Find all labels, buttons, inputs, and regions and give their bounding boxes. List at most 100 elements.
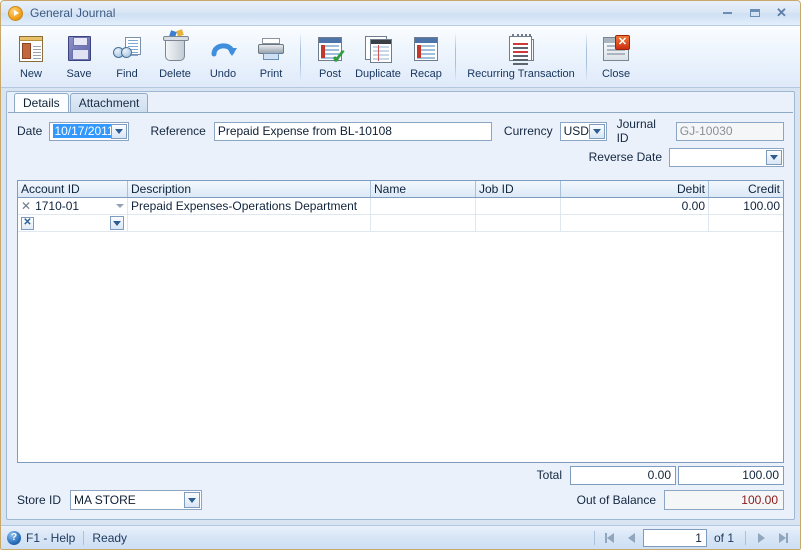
recurring-transaction-label: Recurring Transaction [467, 68, 575, 80]
cell-job-id[interactable] [476, 215, 561, 231]
journal-lines-grid: Account ID Description Name Job ID Debit… [17, 180, 784, 463]
reference-label: Reference [150, 124, 206, 138]
delete-row-icon[interactable]: ✕ [21, 200, 31, 212]
cell-credit[interactable]: 100.00 [709, 198, 783, 214]
find-button[interactable]: Find [103, 30, 151, 80]
delete-row-icon[interactable]: ✕ [21, 216, 34, 230]
out-of-balance-value: 100.00 [664, 490, 784, 510]
print-button[interactable]: Print [247, 30, 295, 80]
total-label: Total [536, 468, 562, 482]
form-row-1: Date 10/17/2011 Reference Prepaid Expens… [17, 117, 784, 145]
out-of-balance-group: Out of Balance 100.00 [577, 490, 784, 510]
cell-name[interactable] [371, 215, 476, 231]
new-button[interactable]: New [7, 30, 55, 80]
orange-play-icon [8, 5, 23, 21]
reverse-date-input[interactable] [669, 147, 784, 167]
close-icon: ✕ [776, 5, 787, 20]
nav-separator-right [745, 530, 746, 545]
delete-button[interactable]: Delete [151, 29, 199, 80]
total-credit-value: 100.00 [678, 465, 784, 485]
date-input[interactable]: 10/17/2011 [49, 121, 130, 141]
close-toolbar-label: Close [601, 68, 631, 80]
cell-debit[interactable]: 0.00 [561, 198, 709, 214]
maximize-button[interactable] [742, 3, 767, 22]
record-navigator: 1 of 1 [590, 528, 794, 547]
previous-page-icon [628, 532, 636, 543]
journal-id-label: Journal ID [616, 117, 656, 145]
maximize-icon [749, 8, 760, 17]
store-id-label: Store ID [17, 493, 62, 507]
last-page-button[interactable] [772, 529, 794, 547]
chevron-down-icon[interactable] [110, 216, 124, 230]
column-header-name[interactable]: Name [371, 181, 476, 197]
date-label: Date [17, 124, 43, 138]
currency-select[interactable]: USD [559, 121, 607, 141]
cell-account-id[interactable]: ✕ 1710-01 [18, 198, 128, 214]
undo-arrow-icon [207, 33, 239, 65]
binoculars-icon [111, 33, 143, 65]
window-title: General Journal [30, 6, 116, 20]
next-page-icon [757, 532, 765, 543]
cell-debit[interactable] [561, 215, 709, 231]
tab-details[interactable]: Details [14, 93, 69, 112]
recurring-transaction-button[interactable]: Recurring Transaction [461, 30, 581, 80]
cell-job-id[interactable] [476, 198, 561, 214]
table-row[interactable]: ✕ 1710-01 Prepaid Expenses-Operations De… [18, 198, 783, 215]
column-header-credit[interactable]: Credit [709, 181, 783, 197]
tab-attachment[interactable]: Attachment [69, 93, 149, 112]
post-button-label: Post [318, 68, 341, 80]
next-page-button[interactable] [750, 529, 772, 547]
last-page-icon [785, 532, 788, 543]
store-id-select[interactable]: MA STORE [70, 490, 203, 510]
chevron-down-icon[interactable] [116, 204, 124, 208]
cell-account-id-value: 1710-01 [35, 199, 80, 213]
tab-details-label: Details [23, 96, 60, 110]
column-header-job-id[interactable]: Job ID [476, 181, 561, 197]
post-button[interactable]: ✓ Post [306, 30, 354, 80]
undo-button[interactable]: Undo [199, 30, 247, 80]
status-separator [83, 530, 85, 545]
table-row[interactable]: ✕ [18, 215, 783, 232]
general-journal-window: General Journal ✕ New Save Find Delete U… [0, 0, 801, 550]
duplicate-button[interactable]: Duplicate [354, 30, 402, 80]
currency-dropdown-icon[interactable] [588, 123, 605, 139]
recap-button[interactable]: Recap [402, 30, 450, 80]
grid-total-row: Total 0.00 100.00 [17, 465, 784, 485]
help-question-icon[interactable]: ? [7, 530, 21, 545]
cell-description[interactable]: Prepaid Expenses-Operations Department [128, 198, 371, 214]
minimize-button[interactable] [715, 3, 740, 22]
minimize-icon [723, 11, 732, 14]
reverse-date-label: Reverse Date [588, 150, 662, 164]
reference-input[interactable]: Prepaid Expense from BL-10108 [213, 121, 492, 141]
delete-button-label: Delete [159, 68, 191, 80]
grid-body: ✕ 1710-01 Prepaid Expenses-Operations De… [18, 198, 783, 462]
toolbar-separator-2 [455, 32, 456, 82]
trash-can-icon [159, 29, 191, 65]
tab-strip: Details Attachment [7, 92, 794, 112]
cell-description[interactable] [128, 215, 371, 231]
column-header-description[interactable]: Description [128, 181, 371, 197]
new-document-icon [15, 33, 47, 65]
page-number-input[interactable]: 1 [642, 528, 707, 547]
currency-label: Currency [503, 124, 553, 138]
close-toolbar-button[interactable]: ✕ Close [592, 30, 640, 80]
cell-account-id[interactable]: ✕ [18, 215, 128, 231]
tab-attachment-label: Attachment [78, 96, 140, 110]
date-dropdown-icon[interactable] [111, 123, 128, 139]
footer-row: Store ID MA STORE Out of Balance 100.00 [17, 489, 784, 511]
printer-icon [255, 33, 287, 65]
grid-header-row: Account ID Description Name Job ID Debit… [18, 181, 783, 198]
store-id-dropdown-icon[interactable] [184, 492, 201, 508]
close-button[interactable]: ✕ [769, 3, 794, 22]
cell-credit[interactable] [709, 215, 783, 231]
column-header-debit[interactable]: Debit [561, 181, 709, 197]
previous-page-button[interactable] [621, 529, 643, 547]
help-text[interactable]: F1 - Help [26, 531, 75, 545]
first-page-button[interactable] [599, 529, 621, 547]
cell-name[interactable] [371, 198, 476, 214]
nav-separator-left [593, 530, 595, 545]
save-button[interactable]: Save [55, 30, 103, 80]
reverse-date-dropdown-icon[interactable] [766, 149, 782, 165]
content-panel: Details Attachment Date 10/17/2011 Refer… [6, 91, 795, 520]
column-header-account-id[interactable]: Account ID [18, 181, 128, 197]
